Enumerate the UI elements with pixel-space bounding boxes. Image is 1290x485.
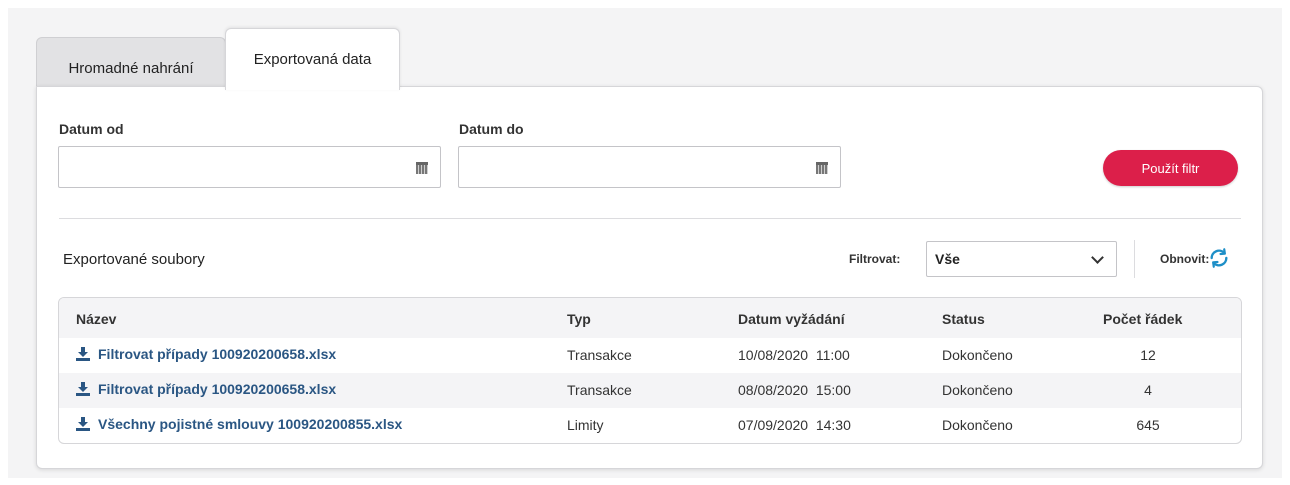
status-cell: Dokončeno bbox=[942, 347, 1013, 363]
date-to-field[interactable] bbox=[458, 146, 841, 188]
date-to-label: Datum do bbox=[459, 121, 524, 137]
column-header-type: Typ bbox=[567, 311, 591, 327]
separator bbox=[1134, 240, 1135, 278]
file-download-link[interactable]: Filtrovat případy 100920200658.xlsx bbox=[76, 381, 336, 397]
download-icon bbox=[76, 347, 90, 361]
type-cell: Transakce bbox=[567, 347, 632, 363]
file-download-link[interactable]: Filtrovat případy 100920200658.xlsx bbox=[76, 346, 336, 362]
filter-select-value: Vše bbox=[935, 251, 960, 267]
chevron-down-icon bbox=[1091, 251, 1104, 264]
calendar-icon[interactable] bbox=[816, 162, 828, 174]
table-row: Filtrovat případy 100920200658.xlsx Tran… bbox=[59, 338, 1241, 373]
date-from-field[interactable] bbox=[58, 146, 441, 188]
filter-label: Filtrovat: bbox=[849, 252, 901, 266]
row-count-cell: 4 bbox=[1144, 382, 1152, 398]
divider bbox=[59, 218, 1241, 219]
date-cell: 08/08/2020 15:00 bbox=[738, 382, 851, 398]
row-count-cell: 645 bbox=[1136, 417, 1160, 433]
exported-files-title: Exportované soubory bbox=[63, 251, 205, 268]
status-cell: Dokončeno bbox=[942, 417, 1013, 433]
row-count-cell: 12 bbox=[1140, 347, 1156, 363]
file-download-link[interactable]: Všechny pojistné smlouvy 100920200855.xl… bbox=[76, 416, 402, 432]
refresh-icon[interactable] bbox=[1208, 247, 1230, 269]
table-header: Název Typ Datum vyžádání Status Počet řá… bbox=[59, 298, 1241, 338]
refresh-label: Obnovit: bbox=[1160, 252, 1210, 266]
calendar-icon[interactable] bbox=[416, 162, 428, 174]
tab-exported-data[interactable]: Exportovaná data bbox=[225, 28, 400, 90]
file-name: Filtrovat případy 100920200658.xlsx bbox=[98, 381, 337, 397]
date-from-label: Datum od bbox=[59, 121, 124, 137]
download-icon bbox=[76, 382, 90, 396]
apply-filter-button[interactable]: Použít filtr bbox=[1103, 150, 1238, 186]
column-header-date: Datum vyžádání bbox=[738, 311, 845, 327]
filter-select[interactable]: Vše bbox=[926, 241, 1117, 277]
type-cell: Transakce bbox=[567, 382, 632, 398]
export-panel: Datum od Datum do Použít filtr Exportova… bbox=[36, 86, 1263, 469]
column-header-name: Název bbox=[76, 311, 117, 327]
exports-table: Název Typ Datum vyžádání Status Počet řá… bbox=[58, 297, 1242, 444]
file-name: Všechny pojistné smlouvy 100920200855.xl… bbox=[98, 416, 403, 432]
tab-exported-data-label: Exportovaná data bbox=[253, 51, 372, 68]
table-row: Všechny pojistné smlouvy 100920200855.xl… bbox=[59, 408, 1241, 443]
date-cell: 07/09/2020 14:30 bbox=[738, 417, 851, 433]
tab-bulk-upload-label: Hromadné nahrání bbox=[68, 60, 194, 77]
date-cell: 10/08/2020 11:00 bbox=[738, 347, 850, 363]
tab-bulk-upload[interactable]: Hromadné nahrání bbox=[36, 37, 226, 93]
column-header-row-count: Počet řádek bbox=[1103, 311, 1183, 327]
column-header-status: Status bbox=[942, 311, 985, 327]
file-name: Filtrovat případy 100920200658.xlsx bbox=[98, 346, 337, 362]
status-cell: Dokončeno bbox=[942, 382, 1013, 398]
table-row: Filtrovat případy 100920200658.xlsx Tran… bbox=[59, 373, 1241, 408]
download-icon bbox=[76, 417, 90, 431]
type-cell: Limity bbox=[567, 417, 604, 433]
